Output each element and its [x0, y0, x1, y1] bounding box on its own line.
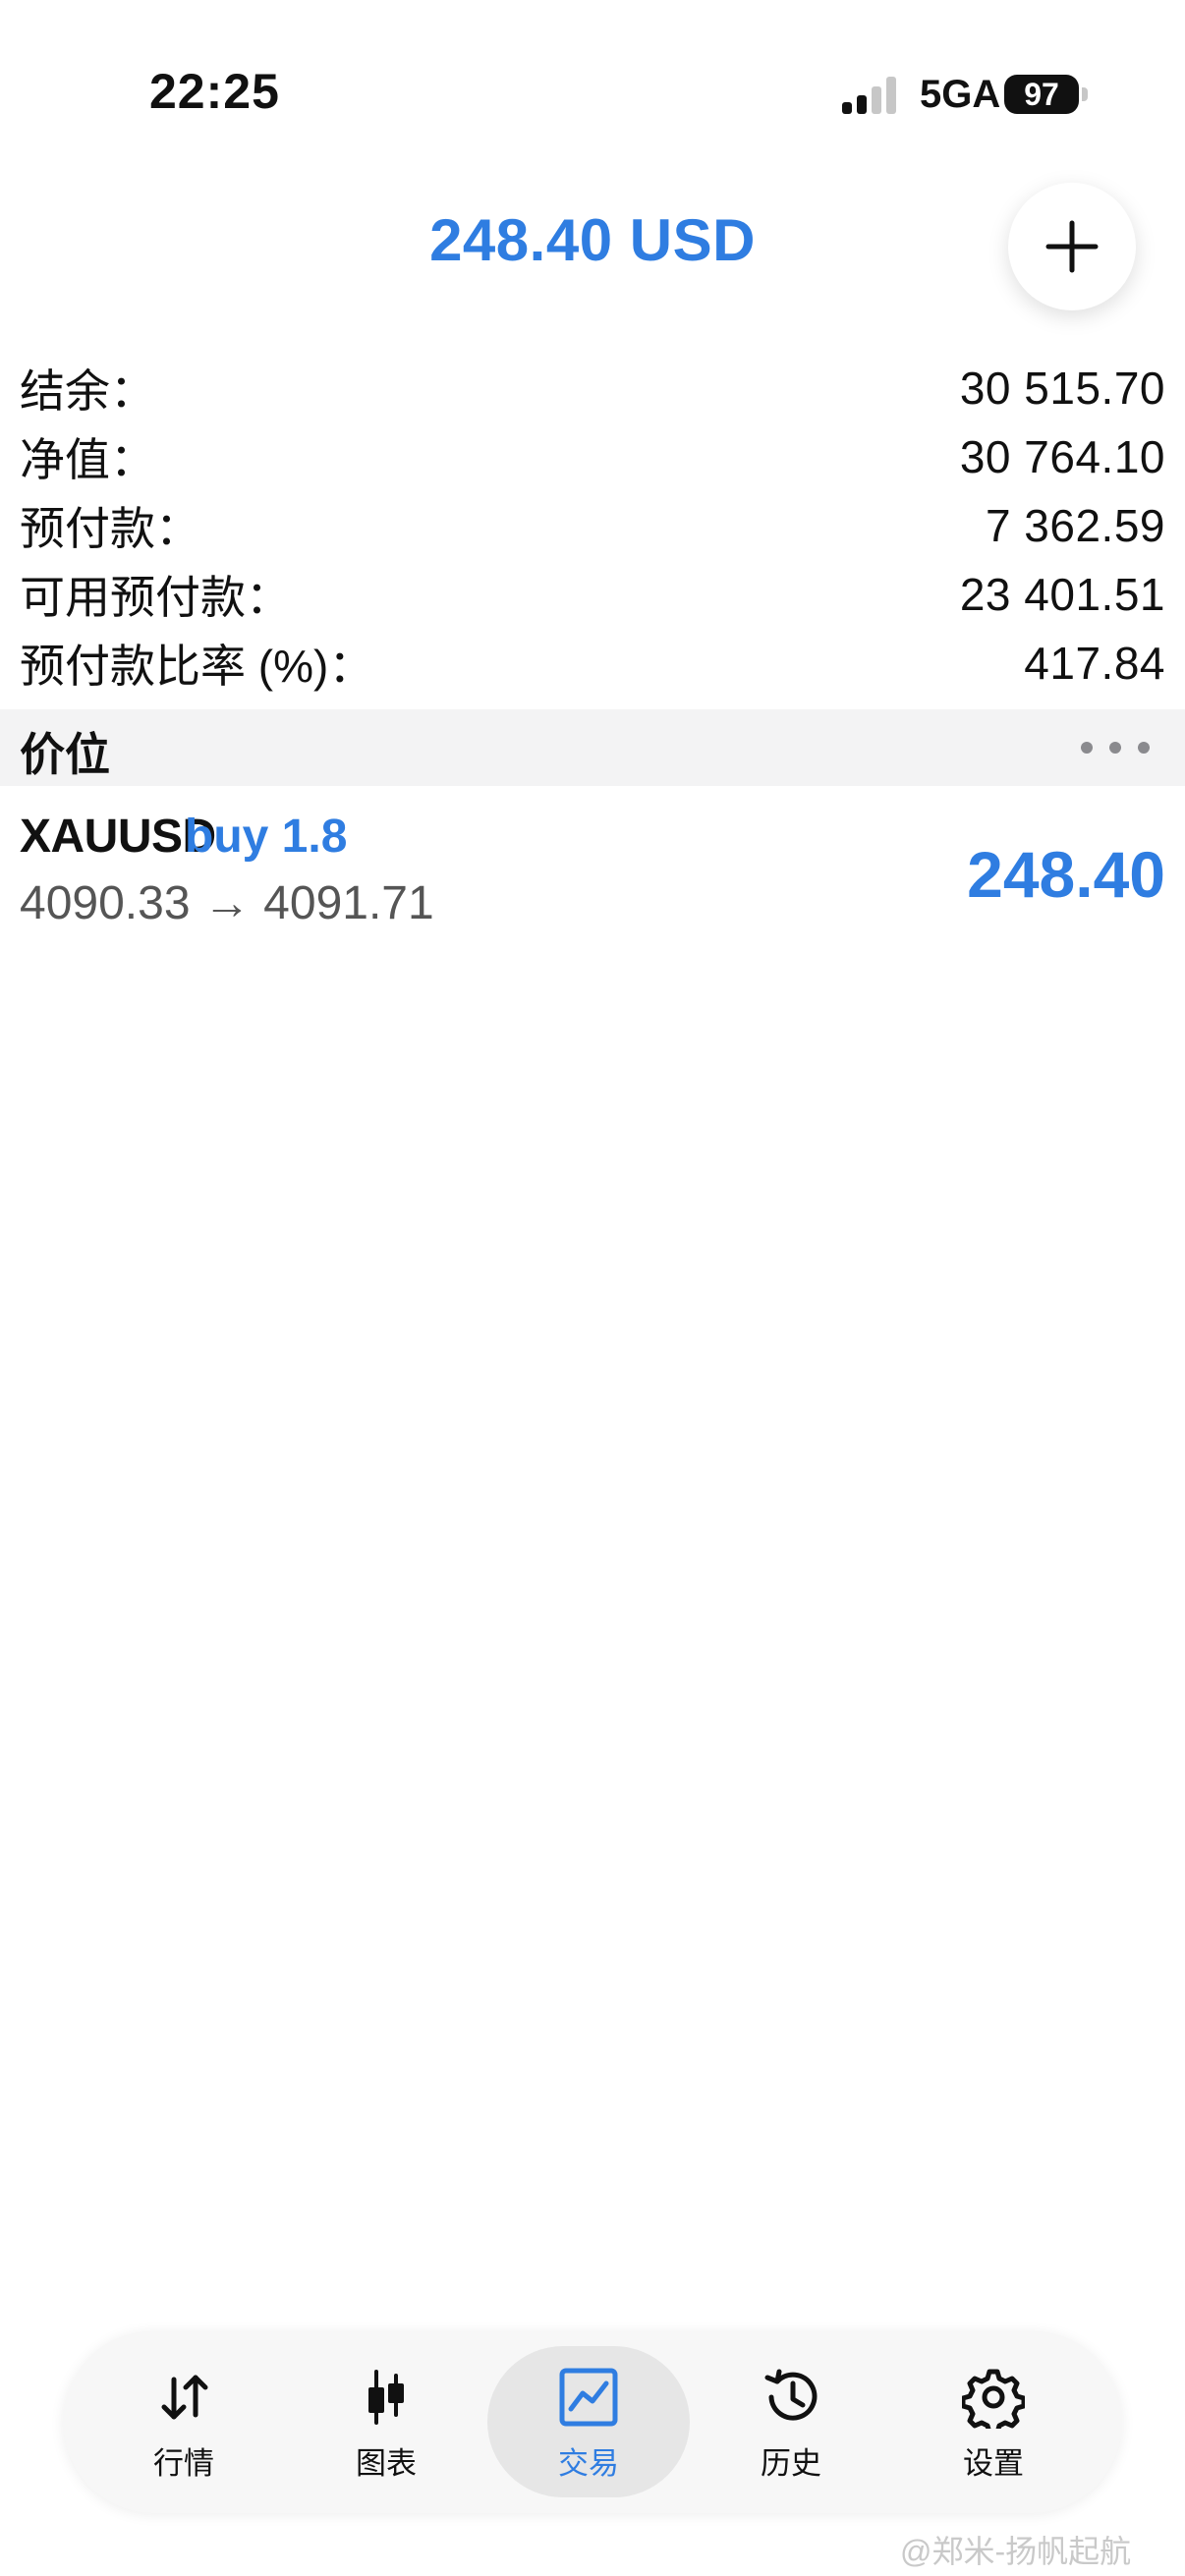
- section-title: 价位: [20, 729, 110, 780]
- margin-value: 7 362.59: [985, 500, 1165, 551]
- equity-label: 净值：: [20, 434, 155, 485]
- watermark: @郑米-扬帆起航: [900, 2534, 1132, 2569]
- total-profit: 248.40 USD: [429, 207, 756, 273]
- tab-quotes-label: 行情: [153, 2446, 214, 2481]
- network-type: 5GA: [920, 73, 1001, 116]
- quotes-arrows-icon: [161, 2375, 208, 2420]
- free-margin-value: 23 401.51: [959, 569, 1165, 620]
- margin-label: 预付款：: [20, 503, 200, 554]
- free-margin-row: 可用预付款： 23 401.51: [20, 560, 1165, 629]
- margin-level-label: 预付款比率 (%)：: [20, 641, 374, 692]
- free-margin-label: 可用预付款：: [20, 572, 291, 623]
- battery-level: 97: [1024, 76, 1059, 112]
- equity-value: 30 764.10: [959, 431, 1165, 482]
- tab-history-label: 历史: [761, 2446, 821, 2481]
- tab-settings[interactable]: 设置: [892, 2346, 1095, 2497]
- tab-settings-label: 设置: [963, 2446, 1024, 2481]
- tab-trade-label: 交易: [558, 2446, 619, 2481]
- position-prices: 4090.33 → 4091.71: [20, 877, 434, 929]
- account-summary: 结余： 30 515.70 净值： 30 764.10 预付款： 7 362.5…: [20, 354, 1165, 698]
- candlestick-chart-icon: [368, 2370, 404, 2425]
- ellipsis-icon[interactable]: [1081, 731, 1150, 764]
- positions-section-header: 价位: [0, 709, 1185, 786]
- tab-charts[interactable]: 图表: [285, 2346, 487, 2497]
- margin-level-row: 预付款比率 (%)： 417.84: [20, 629, 1165, 698]
- position-row[interactable]: XAUUSD buy 1.8 4090.33 → 4091.71 248.40: [0, 798, 1185, 945]
- position-direction: buy 1.8: [185, 811, 348, 863]
- new-order-button[interactable]: [1008, 183, 1136, 310]
- gear-icon: [962, 2369, 1025, 2429]
- battery-icon: 97: [1004, 75, 1079, 114]
- trade-chart-icon: [559, 2368, 618, 2427]
- position-profit: 248.40: [967, 838, 1165, 911]
- bottom-tab-bar: 行情 图表 交易 历史 设置: [63, 2330, 1122, 2513]
- status-time: 22:25: [149, 64, 280, 119]
- margin-row: 预付款： 7 362.59: [20, 491, 1165, 560]
- equity-row: 净值： 30 764.10: [20, 422, 1165, 491]
- margin-level-value: 417.84: [1024, 638, 1165, 689]
- cellular-signal-icon: [842, 77, 903, 114]
- balance-label: 结余：: [20, 365, 155, 417]
- tab-history[interactable]: 历史: [690, 2346, 892, 2497]
- balance-value: 30 515.70: [959, 363, 1165, 414]
- plus-icon: [1045, 220, 1099, 273]
- trade-screen: 22:25 5GA 97 248.40 USD 结余： 30 515.70 净值…: [0, 0, 1185, 2576]
- balance-row: 结余： 30 515.70: [20, 354, 1165, 422]
- battery-cap: [1082, 87, 1088, 101]
- tab-quotes[interactable]: 行情: [83, 2346, 285, 2497]
- history-clock-icon: [764, 2369, 818, 2421]
- tab-trade[interactable]: 交易: [487, 2346, 690, 2497]
- tab-charts-label: 图表: [356, 2446, 417, 2481]
